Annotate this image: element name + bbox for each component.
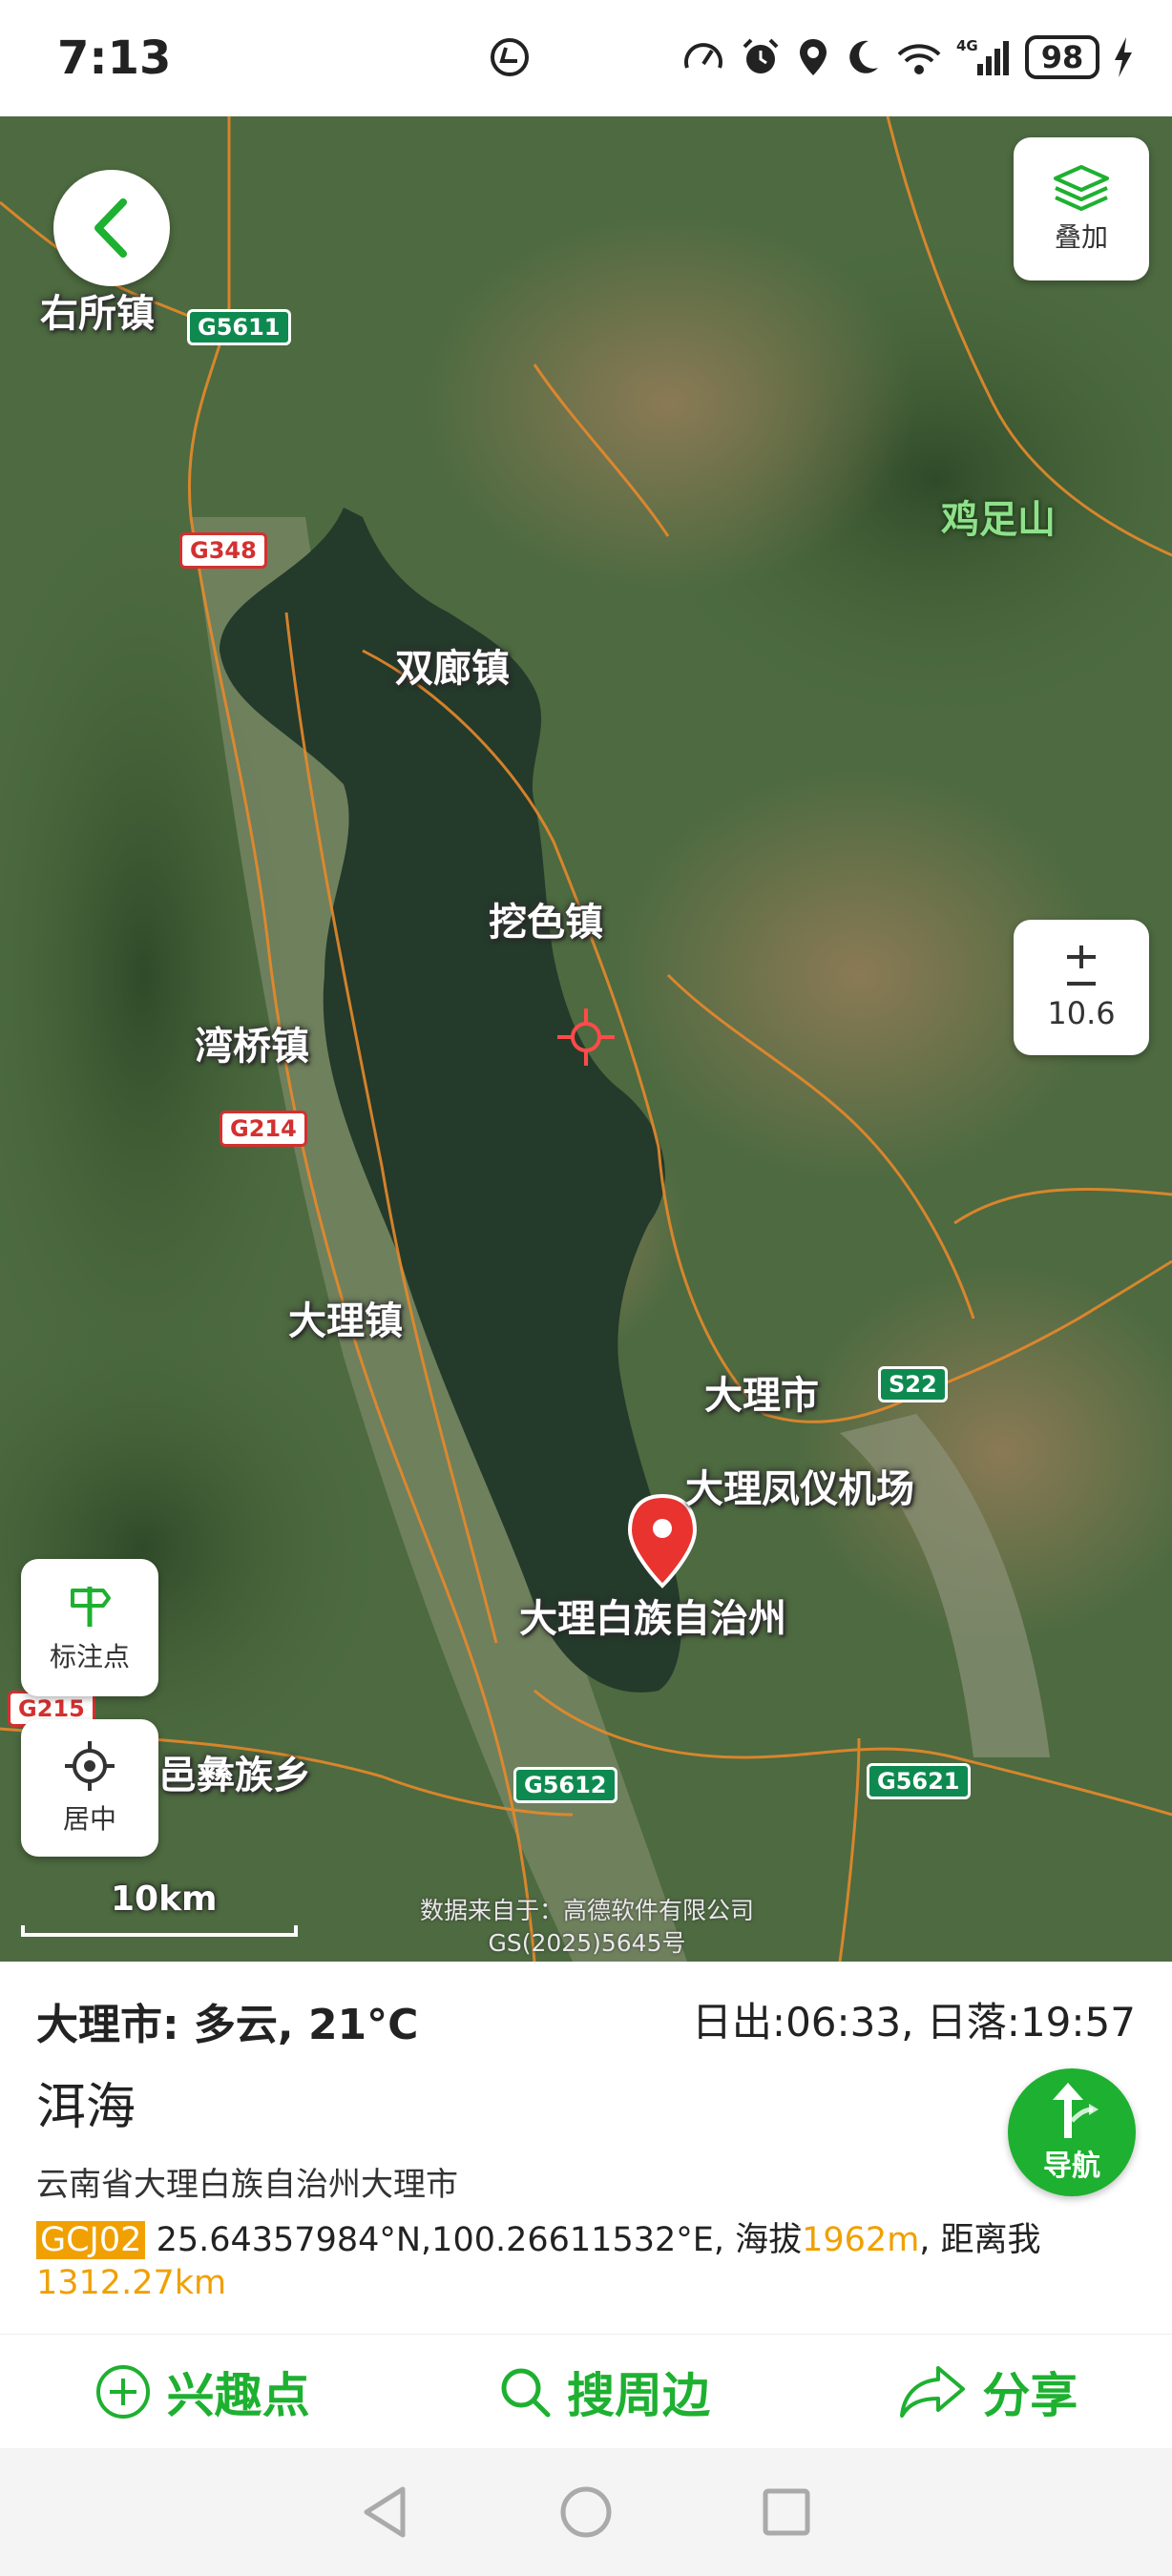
poi-button[interactable]: 兴趣点 [94, 2358, 310, 2426]
locate-icon [65, 1741, 115, 1791]
road-shield-g5612: G5612 [513, 1767, 617, 1803]
zoom-level: 10.6 [1047, 995, 1116, 1031]
share-button[interactable]: 分享 [898, 2358, 1078, 2426]
place-jizushan: 鸡足山 [941, 498, 1056, 542]
location-icon [800, 39, 827, 75]
scale-bar [21, 1925, 298, 1937]
search-icon [501, 2368, 551, 2417]
recents-square-icon[interactable] [760, 2485, 813, 2539]
sun-times: 日出:06:33, 日落:19:57 [691, 1999, 1136, 2046]
map-scale: 10km [21, 1880, 300, 1946]
nearby-search-button[interactable]: 搜周边 [498, 2358, 710, 2426]
status-bar: 7:13 4G 98 [0, 0, 1172, 116]
map-view[interactable]: 右所镇 鸡足山 双廊镇 挖色镇 湾桥镇 大理镇 大理市 大理凤仪机场 大理白族自… [0, 116, 1172, 1962]
place-prefecture: 大理白族自治州 [519, 1597, 786, 1641]
plus-minus-icon [1067, 945, 1096, 986]
place-dali-city: 大理市 [704, 1374, 819, 1418]
road-shield-g348: G348 [179, 532, 267, 569]
distance-label: , 距离我 [919, 2221, 1041, 2259]
home-circle-icon[interactable] [557, 2483, 615, 2541]
center-button[interactable]: 居中 [21, 1719, 158, 1857]
share-icon [900, 2365, 966, 2418]
place-shuanglang: 双廊镇 [395, 647, 510, 691]
scale-label: 10km [111, 1880, 218, 1919]
place-yousuo: 右所镇 [40, 292, 155, 336]
svg-text:4G: 4G [956, 37, 978, 54]
coordinate-text: 25.64357984°N,100.26611532°E, 海拔 [156, 2221, 803, 2259]
navigate-label: 导航 [1043, 2150, 1100, 2183]
signpost-icon [71, 1587, 111, 1627]
data-saver-icon [491, 38, 529, 76]
road-shield-g5621: G5621 [867, 1763, 971, 1799]
poi-button-label: 兴趣点 [166, 2367, 310, 2423]
road-shield-g5611: G5611 [187, 309, 291, 345]
road-shield-g214: G214 [220, 1111, 307, 1147]
add-circle-icon [95, 2364, 150, 2419]
share-label: 分享 [982, 2367, 1078, 2423]
charging-icon [1115, 37, 1132, 77]
back-triangle-icon[interactable] [359, 2483, 412, 2541]
wifi-icon [897, 44, 941, 74]
altitude-value: 1962m [802, 2221, 920, 2259]
overlay-button[interactable]: 叠加 [1014, 137, 1149, 280]
chevron-left-icon [94, 198, 127, 258]
weather-text: 大理市: 多云, 21°C [36, 2001, 419, 2049]
poi-name: 洱海 [36, 2079, 136, 2136]
poi-coordinates[interactable]: GCJ02 25.64357984°N,100.26611532°E, 海拔19… [36, 2219, 1086, 2305]
zoom-button[interactable]: 10.6 [1014, 920, 1149, 1055]
layers-icon [1054, 165, 1109, 211]
distance-value: 1312.27km [36, 2264, 227, 2302]
navigate-button[interactable]: 导航 [1008, 2068, 1136, 2196]
battery-indicator: 98 [1025, 35, 1099, 79]
nearby-search-label: 搜周边 [566, 2367, 710, 2423]
status-time: 7:13 [57, 31, 172, 85]
satellite-map[interactable] [0, 116, 1172, 1962]
system-navigation-bar [0, 2448, 1172, 2576]
place-wase: 挖色镇 [489, 901, 603, 945]
poi-address: 云南省大理白族自治州大理市 [36, 2166, 458, 2204]
place-wanqiao: 湾桥镇 [195, 1025, 309, 1069]
speedometer-icon [684, 43, 722, 69]
map-attribution: 数据来自于：高德软件有限公司 GS(2025)5645号 [363, 1895, 811, 1960]
coord-system-badge: GCJ02 [36, 2221, 146, 2259]
route-arrow-icon [1053, 2083, 1099, 2138]
center-label: 居中 [62, 1803, 116, 1835]
mark-point-label: 标注点 [49, 1641, 130, 1672]
signal-4g-icon: 4G [956, 37, 1009, 75]
moon-icon [849, 40, 878, 73]
road-shield-s22: S22 [878, 1366, 948, 1402]
place-yi-township: 邑彝族乡 [158, 1754, 311, 1797]
attribution-line-2: GS(2025)5645号 [488, 1929, 686, 1957]
attribution-line-1: 数据来自于：高德软件有限公司 [419, 1897, 754, 1924]
status-icons: 4G 98 [681, 29, 1134, 86]
place-airport: 大理凤仪机场 [685, 1467, 914, 1511]
alarm-icon [743, 38, 779, 73]
action-bar: 兴趣点 搜周边 分享 [0, 2334, 1172, 2448]
poi-info-panel: 大理市: 多云, 21°C 日出:06:33, 日落:19:57 洱海 云南省大… [0, 1962, 1172, 2334]
place-dali-town: 大理镇 [288, 1299, 403, 1343]
back-button[interactable] [53, 170, 170, 286]
overlay-label: 叠加 [1054, 221, 1108, 253]
mark-point-button[interactable]: 标注点 [21, 1559, 158, 1696]
